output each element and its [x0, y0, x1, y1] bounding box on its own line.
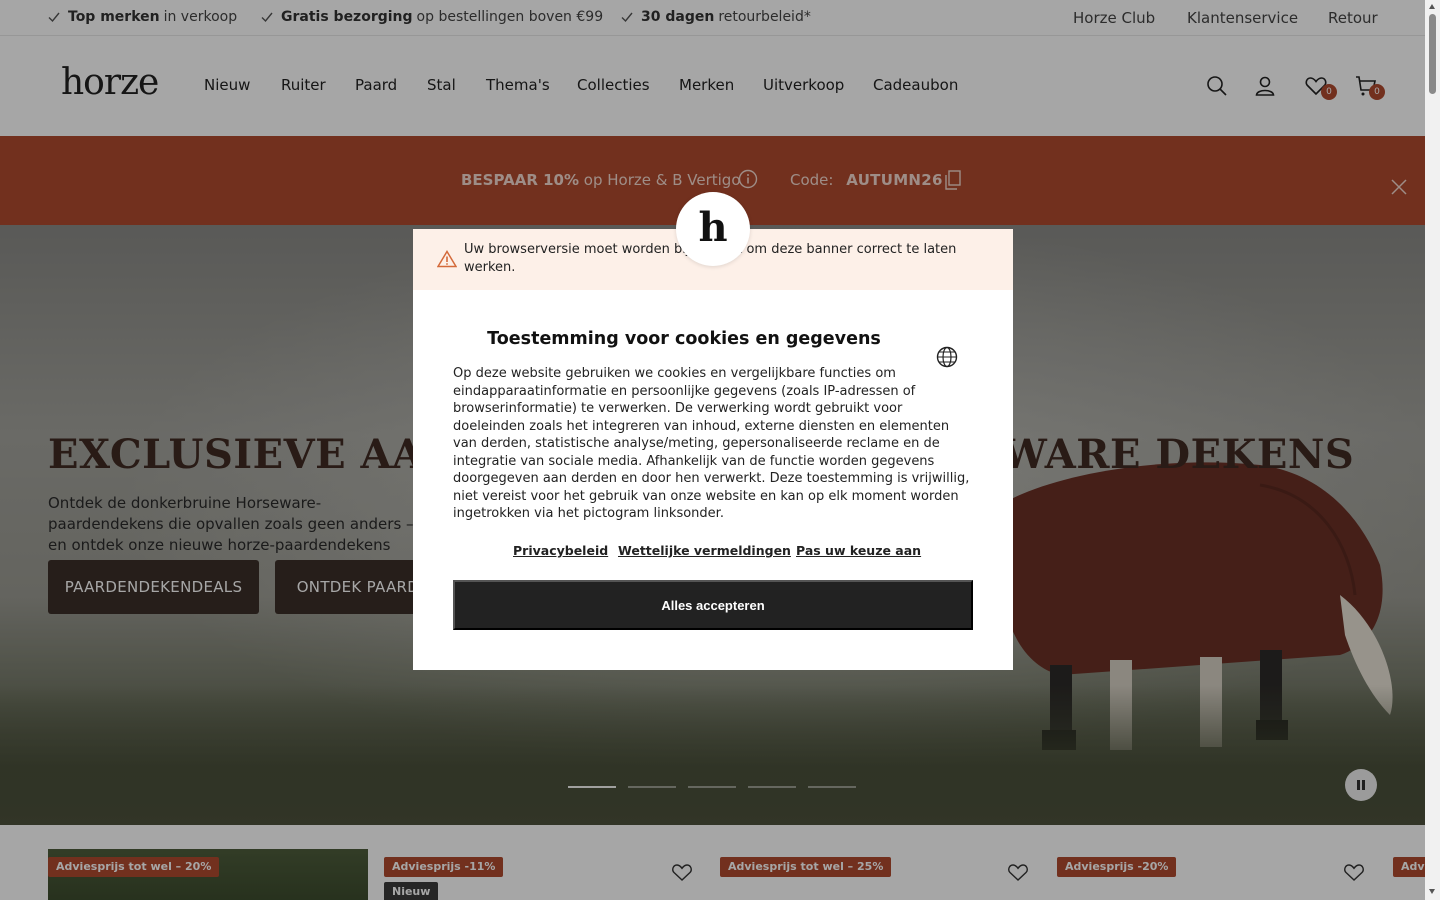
privacy-policy-link[interactable]: Privacybeleid — [513, 543, 608, 558]
horze-brand-badge: h — [676, 192, 750, 266]
cookie-dialog-body: Op deze website gebruiken we cookies en … — [453, 366, 970, 521]
customize-choice-link[interactable]: Pas uw keuze aan — [796, 543, 921, 558]
accept-all-button[interactable]: Alles accepteren — [453, 580, 973, 630]
brand-letter: h — [698, 203, 728, 251]
cookie-dialog-title: Toestemming voor cookies en gegevens — [487, 329, 881, 349]
warning-icon — [437, 250, 457, 268]
page-scrollbar[interactable] — [1425, 0, 1440, 900]
cookie-consent-dialog: Uw browserversie moet worden bijgewerkt … — [413, 192, 1013, 670]
scroll-up-arrow[interactable] — [1429, 4, 1435, 9]
scroll-thumb[interactable] — [1429, 14, 1436, 94]
scroll-down-arrow[interactable] — [1429, 889, 1435, 894]
legal-notice-link[interactable]: Wettelijke vermeldingen — [618, 543, 791, 558]
